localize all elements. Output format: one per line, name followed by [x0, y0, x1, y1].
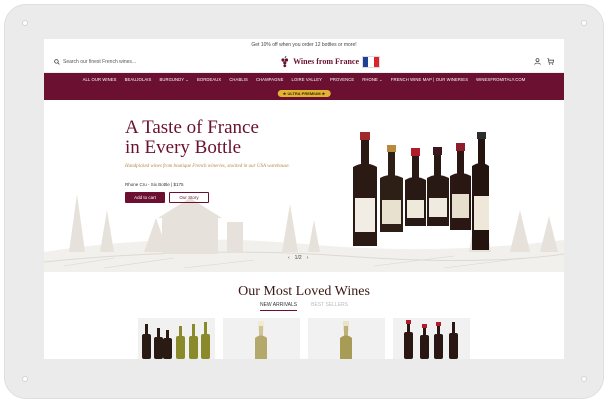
- white-wine-image: [255, 321, 267, 359]
- hero-subtitle: Handpicked wines from boutique French wi…: [125, 164, 290, 169]
- hero-title-line-2: in Every Bottle: [125, 137, 242, 158]
- product-card[interactable]: [308, 318, 385, 359]
- frame-screw: [581, 20, 587, 26]
- site-header: Search our finest French wines... Wines …: [44, 51, 564, 73]
- hero-title-line-1: A Taste of France: [125, 117, 259, 138]
- cart-icon[interactable]: [547, 58, 554, 65]
- grape-logo-icon: [281, 55, 289, 67]
- hero-banner: A Taste of France in Every Bottle Handpi…: [44, 100, 564, 272]
- our-story-button[interactable]: Our Story: [169, 192, 209, 203]
- product-grid: [138, 318, 470, 359]
- white-wine-image: [340, 321, 352, 359]
- nav-item-bordeaux[interactable]: BORDEAUX: [197, 77, 221, 82]
- tab-best-sellers[interactable]: BEST SELLERS: [311, 302, 348, 311]
- logo-text: Wines from France: [293, 57, 359, 66]
- section-title: Our Most Loved Wines: [238, 284, 370, 299]
- search-icon: [54, 58, 60, 65]
- red-wines-image: [404, 320, 458, 359]
- nav-item-loire-valley[interactable]: LOIRE VALLEY: [292, 77, 322, 82]
- product-card[interactable]: [223, 318, 300, 359]
- website-screen: Get 10% off when you order 12 bottles or…: [44, 39, 564, 359]
- tab-new-arrivals[interactable]: NEW ARRIVALS: [259, 302, 298, 311]
- nav-item-rhone[interactable]: RHONE ⌄: [362, 77, 383, 82]
- search-placeholder: Search our finest French wines...: [63, 58, 137, 65]
- account-icon[interactable]: [534, 58, 541, 65]
- add-to-cart-button[interactable]: Add to cart: [125, 192, 165, 203]
- frame-screw: [581, 376, 587, 382]
- hero-title: A Taste of France in Every Bottle: [125, 118, 259, 158]
- nav-item-champagne[interactable]: CHAMPAGNE: [256, 77, 284, 82]
- frame-screw: [22, 376, 28, 382]
- french-flag-icon: [362, 55, 380, 68]
- product-card[interactable]: [393, 318, 470, 359]
- product-card[interactable]: [138, 318, 215, 359]
- hero-product-note: Rhone Cru - Six Bottle | $175: [125, 182, 184, 187]
- site-logo[interactable]: Wines from France: [280, 55, 380, 68]
- slider-controls: ‹ 1/2 ›: [288, 255, 308, 261]
- nav-item-all-wines[interactable]: ALL OUR WINES: [83, 77, 117, 82]
- nav-item-provence[interactable]: PROVENCE: [330, 77, 354, 82]
- nav-item-chablis[interactable]: CHABLIS: [229, 77, 248, 82]
- search-box[interactable]: Search our finest French wines...: [54, 59, 136, 65]
- frame-screw: [22, 20, 28, 26]
- product-tabs: NEW ARRIVALS BEST SELLERS: [44, 302, 564, 311]
- slider-next-icon[interactable]: ›: [307, 255, 309, 261]
- nav-item-beaujolais[interactable]: BEAUJOLAIS: [125, 77, 152, 82]
- nav-item-wine-map[interactable]: FRENCH WINE MAP | OUR WINERIES: [391, 77, 468, 82]
- ultra-premium-badge[interactable]: ★ ULTRA PREMIUM ★: [277, 90, 331, 97]
- main-nav: ALL OUR WINES BEAUJOLAIS BURGUNDY ⌄ BORD…: [44, 73, 564, 100]
- nav-item-burgundy[interactable]: BURGUNDY ⌄: [159, 77, 189, 82]
- red-wines-image: [142, 322, 210, 359]
- slider-indicator: 1/2: [294, 255, 302, 261]
- wine-bottles-image: [353, 132, 489, 250]
- promo-bar: Get 10% off when you order 12 bottles or…: [251, 42, 357, 48]
- slider-prev-icon[interactable]: ‹: [288, 255, 290, 261]
- nav-item-wines-from-italy[interactable]: WINESFROMITALY.COM: [476, 77, 525, 82]
